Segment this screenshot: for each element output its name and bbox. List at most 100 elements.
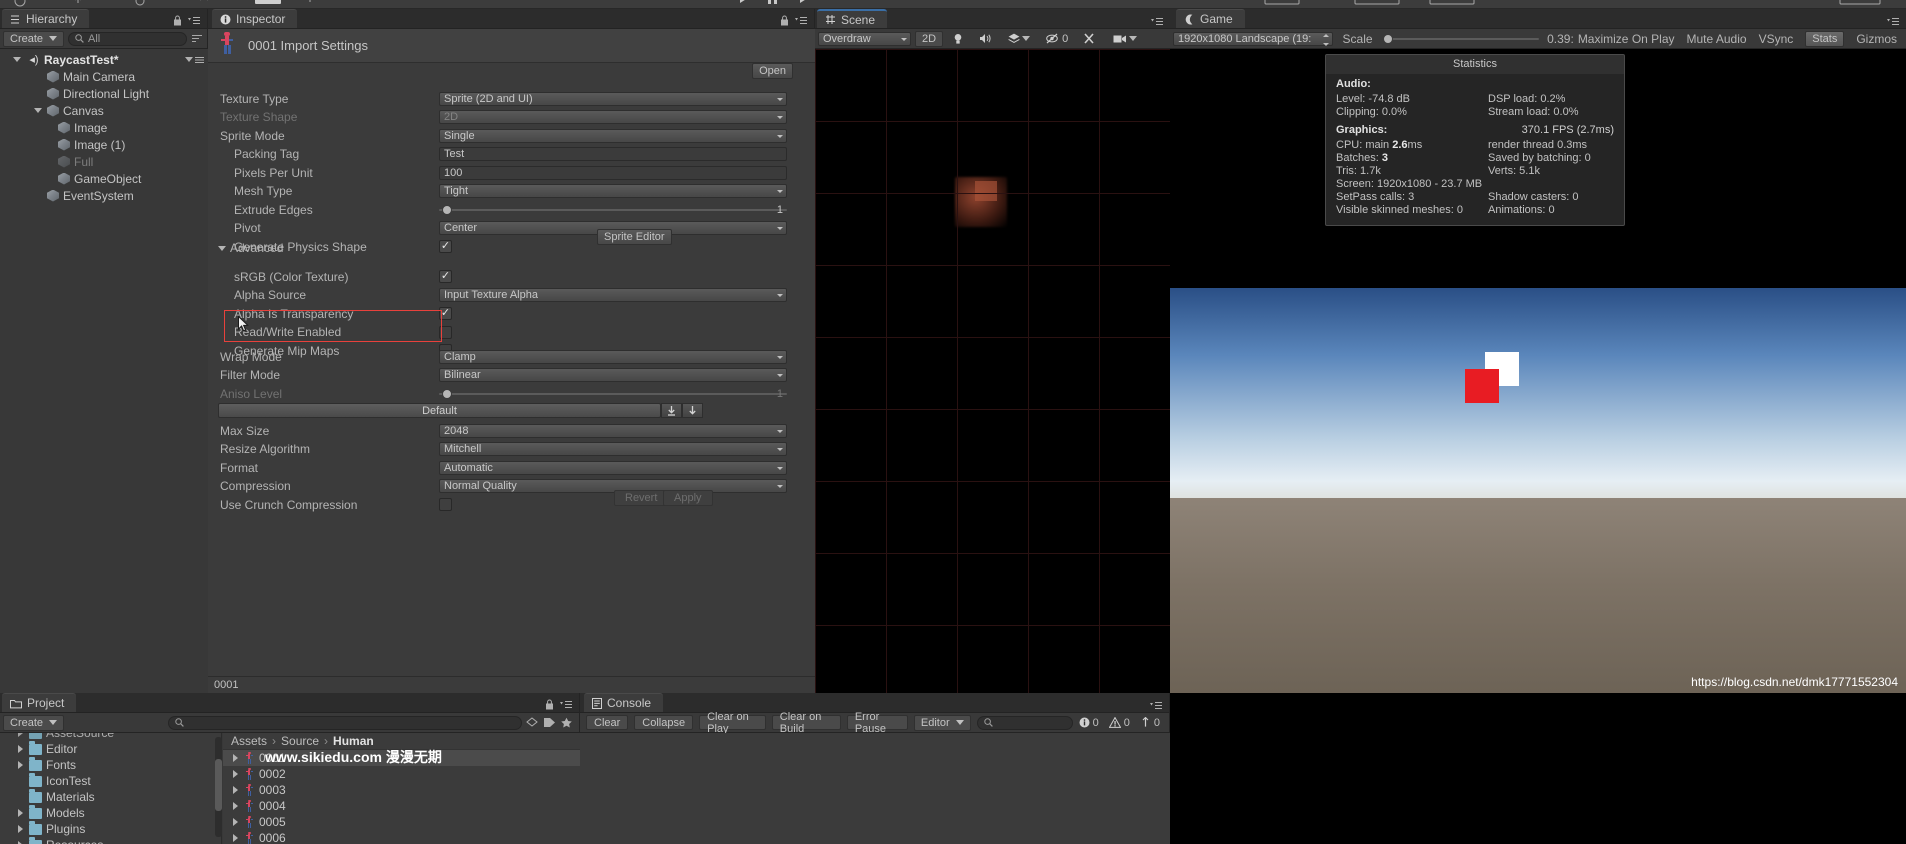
project-folder-models[interactable]: Models	[0, 804, 221, 821]
scene-tools-toggle[interactable]	[1078, 31, 1103, 47]
advanced-foldout[interactable]: Advanced	[218, 241, 283, 255]
inspector-tab-actions[interactable]	[780, 15, 814, 28]
project-folder-tree[interactable]: AssetSource Editor Fonts IconTest Materials M…	[0, 733, 222, 844]
project-favorites-icon[interactable]	[560, 717, 573, 728]
scene-tab-actions[interactable]	[1151, 17, 1170, 28]
lock-icon[interactable]	[173, 15, 182, 26]
console-editor-dropdown[interactable]: Editor	[913, 714, 971, 731]
dropdown-sprite-mode[interactable]: Single	[439, 128, 787, 143]
hierarchy-item-full[interactable]: Full	[0, 153, 208, 170]
project-folder-editor[interactable]: Editor	[0, 740, 221, 757]
game-maximize-on-play-toggle[interactable]: Maximize On Play	[1578, 32, 1675, 46]
scene-draw-mode-dropdown[interactable]: Overdraw	[818, 31, 911, 46]
chevron-down-icon[interactable]	[32, 108, 43, 113]
dropdown-wrap-mode[interactable]: Clamp	[439, 349, 787, 364]
game-aspect-dropdown[interactable]: 1920x1080 Landscape (19:	[1173, 31, 1333, 46]
game-stats-toggle[interactable]: Stats	[1805, 30, 1845, 47]
scene-hidden-objects-toggle[interactable]: 0	[1040, 31, 1074, 47]
input-pixels-per-unit[interactable]: 100	[439, 165, 787, 180]
project-search-input[interactable]	[168, 715, 522, 730]
dropdown-texture-shape[interactable]: 2D	[439, 110, 787, 124]
console-search-input[interactable]	[976, 715, 1073, 730]
project-folder-resources[interactable]: Resources	[0, 836, 221, 844]
platform-settings-button[interactable]	[682, 403, 703, 418]
hierarchy-tree[interactable]: ◂) RaycastTest* Main Camera Directional Lig…	[0, 49, 208, 693]
dropdown-filter-mode[interactable]: Bilinear	[439, 368, 787, 382]
scene-toolbar[interactable]: Overdraw 2D 0	[815, 29, 1170, 49]
sprite-editor-button[interactable]: Sprite Editor	[597, 229, 672, 245]
console-collapse-button[interactable]: Collapse	[634, 715, 694, 730]
project-asset-0004[interactable]: 0004	[223, 798, 580, 814]
chevron-right-icon[interactable]	[231, 818, 240, 826]
lock-icon[interactable]	[545, 699, 554, 710]
game-viewport[interactable]: Statistics Audio: Level: -74.8 dB DSP loa…	[1170, 49, 1906, 693]
scene-fx-toggle[interactable]	[1002, 31, 1036, 47]
hierarchy-item-gameobject[interactable]: GameObject	[0, 170, 208, 187]
project-folder-fonts[interactable]: Fonts	[0, 756, 221, 773]
platform-tab-default[interactable]: Default	[218, 403, 661, 418]
breadcrumb-item[interactable]: Assets	[231, 734, 267, 748]
project-tree-scrollbar[interactable]	[215, 737, 222, 837]
slider-extrude-edges[interactable]: 1	[439, 203, 787, 217]
platform-download-button[interactable]	[661, 403, 682, 418]
hierarchy-item-canvas[interactable]: Canvas	[0, 102, 208, 119]
breadcrumb-item[interactable]: Human	[333, 734, 374, 748]
checkbox-read-write-enabled[interactable]	[439, 325, 452, 339]
checkbox-srgb-color-texture-[interactable]: ✓	[439, 270, 452, 283]
tab-console[interactable]: Console	[584, 693, 664, 712]
chevron-right-icon[interactable]	[16, 761, 25, 769]
options-menu-icon[interactable]	[1151, 17, 1164, 26]
checkbox-use-crunch-compression[interactable]	[439, 498, 452, 511]
scene-audio-toggle[interactable]	[973, 31, 998, 47]
project-filter-type-icon[interactable]	[526, 717, 539, 728]
revert-button[interactable]: Revert	[614, 490, 669, 506]
dropdown-max-size[interactable]: 2048	[439, 423, 787, 438]
hierarchy-root-item[interactable]: ◂) RaycastTest*	[0, 51, 208, 68]
hierarchy-item-image[interactable]: Image	[0, 119, 208, 136]
chevron-down-icon[interactable]	[10, 57, 24, 62]
console-error-count[interactable]: 0	[1140, 717, 1160, 729]
project-filter-label-icon[interactable]	[543, 717, 556, 728]
scene-lighting-toggle[interactable]	[947, 31, 969, 47]
game-toolbar[interactable]: 1920x1080 Landscape (19: Scale 0.39: Max…	[1170, 29, 1906, 49]
project-folder-assetsource[interactable]: AssetSource	[0, 733, 221, 741]
chevron-right-icon[interactable]	[231, 834, 240, 842]
checkbox-generate-physics-shape[interactable]: ✓	[439, 240, 452, 253]
console-toolbar[interactable]: Clear Collapse Clear on Play Clear on Build…	[580, 711, 1169, 735]
project-asset-0006[interactable]: 0006	[223, 830, 580, 844]
input-packing-tag[interactable]: Test	[439, 147, 787, 161]
options-menu-icon[interactable]	[1887, 17, 1900, 26]
game-mute-audio-toggle[interactable]: Mute Audio	[1687, 32, 1747, 46]
game-gizmos-toggle[interactable]: Gizmos	[1856, 32, 1897, 46]
options-menu-icon[interactable]	[188, 16, 201, 25]
lock-icon[interactable]	[780, 15, 789, 26]
console-clear-on-build-button[interactable]: Clear on Build	[771, 711, 841, 735]
scene-camera-toggle[interactable]	[1107, 31, 1143, 47]
dropdown-texture-type[interactable]: Sprite (2D and UI)	[439, 91, 787, 106]
dropdown-mesh-type[interactable]: Tight	[439, 184, 787, 198]
dropdown-resize-algorithm[interactable]: Mitchell	[439, 442, 787, 456]
tab-inspector[interactable]: Inspector	[212, 9, 298, 28]
dropdown-alpha-source[interactable]: Input Texture Alpha	[439, 288, 787, 302]
project-tab-actions[interactable]	[545, 699, 579, 712]
chevron-right-icon[interactable]	[231, 754, 240, 762]
console-clear-button[interactable]: Clear	[586, 715, 629, 730]
console-tab-actions[interactable]	[1150, 701, 1169, 712]
console-log-area[interactable]	[580, 733, 1170, 844]
scene-viewport[interactable]	[815, 49, 1170, 693]
hierarchy-sort-icon[interactable]	[191, 34, 204, 43]
chevron-right-icon[interactable]	[231, 770, 240, 778]
project-create-button[interactable]: Create	[3, 714, 65, 731]
checkbox-alpha-is-transparency[interactable]: ✓	[439, 307, 452, 320]
hierarchy-item-main-camera[interactable]: Main Camera	[0, 68, 208, 85]
console-warning-count[interactable]: 0	[1108, 717, 1130, 729]
tab-scene[interactable]: Scene	[817, 9, 888, 28]
console-action-buttons[interactable]: Clear Collapse Clear on Play Clear on Build…	[586, 711, 908, 735]
options-menu-icon[interactable]	[1150, 701, 1163, 710]
hierarchy-scene-menu-icon[interactable]	[185, 56, 204, 64]
hierarchy-toolbar[interactable]: Create All	[0, 29, 207, 49]
options-menu-icon[interactable]	[795, 16, 808, 25]
slider-aniso-level[interactable]: 1	[439, 387, 787, 401]
project-asset-0005[interactable]: 0005	[223, 814, 580, 830]
project-folder-plugins[interactable]: Plugins	[0, 820, 221, 837]
